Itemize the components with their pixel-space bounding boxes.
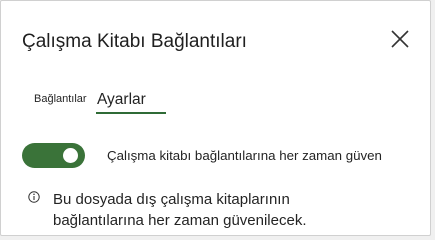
toggle-knob <box>63 148 78 163</box>
tab-selected-indicator <box>96 112 166 114</box>
trust-links-toggle[interactable] <box>22 143 85 168</box>
trust-links-toggle-label: Çalışma kitabı bağlantılarına her zaman … <box>107 148 382 163</box>
workbook-links-pane: Çalışma Kitabı Bağlantıları Bağlantılar … <box>0 0 431 236</box>
close-icon <box>391 30 409 48</box>
tab-links[interactable]: Bağlantılar <box>34 93 87 105</box>
close-button[interactable] <box>387 26 413 52</box>
info-message: Bu dosyada dış çalışma kitaplarının bağl… <box>53 191 307 229</box>
info-icon <box>28 191 40 203</box>
pane-title: Çalışma Kitabı Bağlantıları <box>22 31 247 52</box>
tab-settings[interactable]: Ayarlar <box>97 91 146 109</box>
